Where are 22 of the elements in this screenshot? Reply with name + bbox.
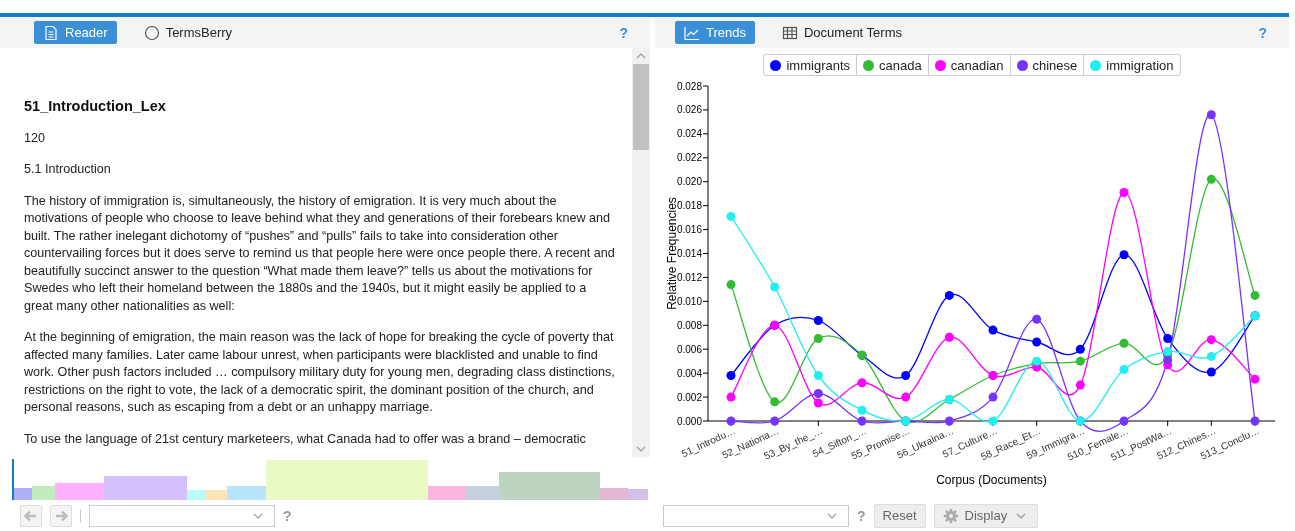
paragraph: 120 bbox=[24, 129, 46, 147]
y-tick-label: 0.006 bbox=[676, 343, 702, 355]
y-tick-label: 0.000 bbox=[676, 415, 702, 427]
y-tick-label: 0.020 bbox=[676, 176, 702, 188]
y-tick-label: 0.024 bbox=[676, 128, 702, 140]
y-tick-label: 0.002 bbox=[676, 391, 702, 403]
y-tick-label: 0.016 bbox=[676, 224, 702, 236]
y-tick-label: 0.004 bbox=[676, 367, 702, 379]
y-tick-label: 0.012 bbox=[676, 271, 702, 283]
paragraph: To use the language of 21st century marketeers, what Canada had to offer was a brand – democratic bbox=[24, 430, 587, 448]
paragraph: The history of immigration is, simultaneously, the history of emigration. It is very much about the motivations of people who choose to leave behind what they and generations of their forebears knew and built. The rather inelegant dichotomy of “pushes” and “pulls” fails to take into consideration other countervailing forces but it does serve to remind us that people here were once people there. A recent and beautifully succinct answer to the question “What made them leave?” tells us about the motivations for Swedes who left their homeland between the 1880s and the 1940s, but it might easily be applied to a great many other nationalities as well: bbox=[24, 192, 616, 315]
paragraph: At the beginning of emigration, the main reason was the lack of hope for breaking the cycle of poverty that affected many families. Later came labour unrest, when participants were blacklisted and unable to find work. Other push factors included … compulsory military duty for young men, degrading class distinctions, restrictions on the right to vote, the lack of a democratic spirit, the dominant position of the church, and personal reasons, such as escaping from a debt or an unhappy marriage. bbox=[24, 329, 616, 416]
paragraph: 5.1 Introduction bbox=[24, 161, 112, 178]
x-axis-title: Corpus (Documents) bbox=[936, 473, 1047, 487]
y-tick-label: 0.028 bbox=[676, 80, 702, 92]
y-tick-label: 0.014 bbox=[676, 248, 702, 259]
y-tick-label: 0.022 bbox=[676, 152, 702, 164]
y-tick-label: 0.010 bbox=[676, 295, 702, 307]
y-tick-label: 0.026 bbox=[676, 104, 702, 116]
y-tick-label: 0.018 bbox=[676, 200, 702, 212]
y-tick-label: 0.008 bbox=[676, 319, 702, 331]
document-title: 51_Introduction_Lex bbox=[24, 98, 167, 116]
